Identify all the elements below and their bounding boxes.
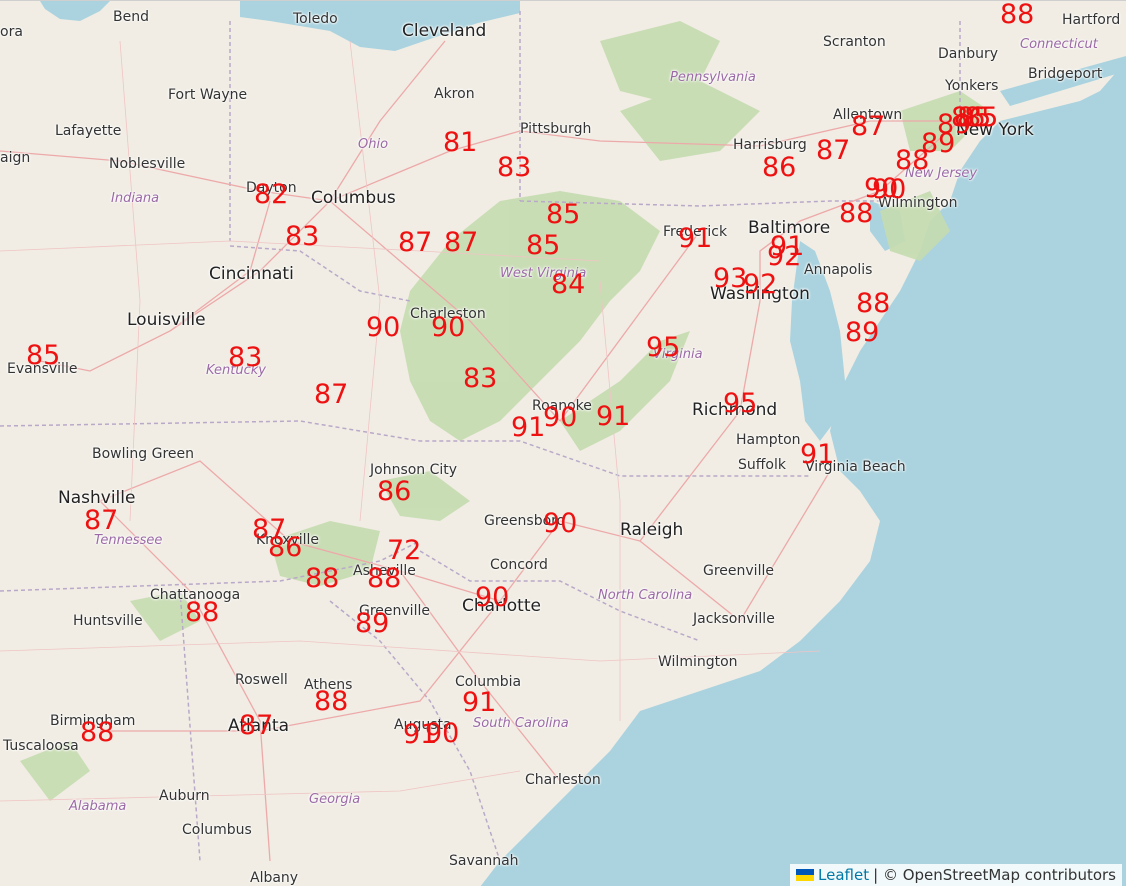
temperature-marker[interactable]: 88 <box>314 688 348 715</box>
temperature-marker[interactable]: 87 <box>239 712 273 739</box>
temperature-marker[interactable]: 88 <box>185 599 219 626</box>
temperature-marker[interactable]: 72 <box>387 537 421 564</box>
temperature-marker[interactable]: 88 <box>367 565 401 592</box>
temperature-marker[interactable]: 92 <box>767 243 801 270</box>
temperature-marker[interactable]: 91 <box>596 403 630 430</box>
temperature-marker[interactable]: 86 <box>268 534 302 561</box>
place-label-pennsylvania: Pennsylvania <box>670 70 756 85</box>
place-label-fort-wayne: Fort Wayne <box>168 87 248 103</box>
map-attribution: Leaflet | © OpenStreetMap contributors <box>790 864 1122 886</box>
place-label-wilmington: Wilmington <box>658 654 738 670</box>
place-label-lafayette: Lafayette <box>55 123 122 139</box>
temperature-marker[interactable]: 88 <box>80 719 114 746</box>
temperature-marker[interactable]: 91 <box>678 225 712 252</box>
place-label-greenville: Greenville <box>703 563 774 579</box>
temperature-marker[interactable]: 92 <box>743 271 777 298</box>
place-label-roswell: Roswell <box>235 672 288 688</box>
place-label-danbury: Danbury <box>938 46 999 62</box>
temperature-marker[interactable]: 82 <box>254 181 288 208</box>
temperature-marker[interactable]: 85 <box>526 232 560 259</box>
temperature-marker[interactable]: 91 <box>462 689 496 716</box>
temperature-marker[interactable]: 83 <box>497 154 531 181</box>
place-label-huntsville: Huntsville <box>73 613 143 629</box>
temperature-marker[interactable]: 86 <box>762 154 796 181</box>
place-label-bowling-green: Bowling Green <box>92 446 195 462</box>
leaflet-link[interactable]: Leaflet <box>818 866 869 884</box>
place-label-concord: Concord <box>490 557 548 573</box>
temperature-marker[interactable]: 87 <box>398 229 432 256</box>
place-label-raleigh: Raleigh <box>620 520 684 540</box>
temperature-marker[interactable]: 90 <box>425 720 459 747</box>
temperature-marker[interactable]: 95 <box>646 334 680 361</box>
temperature-marker[interactable]: 87 <box>84 507 118 534</box>
place-label-harrisburg: Harrisburg <box>733 137 807 153</box>
temperature-marker[interactable]: 90 <box>366 314 400 341</box>
temperature-marker[interactable]: 88 <box>1000 1 1034 28</box>
place-label-cleveland: Cleveland <box>402 21 487 41</box>
place-label-auburn: Auburn <box>159 788 210 804</box>
place-label-hartford: Hartford <box>1062 12 1121 28</box>
temperature-marker[interactable]: 90 <box>475 584 509 611</box>
place-label-toledo: Toledo <box>293 11 338 27</box>
place-label-akron: Akron <box>434 86 475 102</box>
place-label-johnson-city: Johnson City <box>370 462 458 478</box>
place-label-connecticut: Connecticut <box>1020 37 1098 52</box>
place-label-alabama: Alabama <box>69 799 127 814</box>
temperature-marker[interactable]: 83 <box>463 365 497 392</box>
temperature-marker[interactable]: 86 <box>377 478 411 505</box>
temperature-marker[interactable]: 85 <box>26 342 60 369</box>
temperature-marker[interactable]: 88 <box>305 565 339 592</box>
place-label-tuscaloosa: Tuscaloosa <box>3 738 79 754</box>
place-label-ohio: Ohio <box>358 137 389 152</box>
temperature-marker[interactable]: 83 <box>285 223 319 250</box>
temperature-marker[interactable]: 87 <box>816 137 850 164</box>
place-label-cincinnati: Cincinnati <box>209 264 294 284</box>
temperature-marker[interactable]: 88 <box>856 290 890 317</box>
temperature-marker[interactable]: 90 <box>872 176 906 203</box>
temperature-marker[interactable]: 89 <box>355 610 389 637</box>
temperature-marker[interactable]: 90 <box>431 314 465 341</box>
place-label-suffolk: Suffolk <box>738 457 786 473</box>
temperature-marker[interactable]: 91 <box>800 441 834 468</box>
place-label-ora: ora <box>0 24 23 40</box>
temperature-marker[interactable]: 81 <box>443 129 477 156</box>
place-label-louisville: Louisville <box>127 310 206 330</box>
place-label-pittsburgh: Pittsburgh <box>520 121 592 137</box>
temperature-marker[interactable]: 83 <box>228 344 262 371</box>
place-label-scranton: Scranton <box>823 34 886 50</box>
place-label-columbus: Columbus <box>311 188 396 208</box>
place-label-aign: aign <box>0 150 31 166</box>
place-label-bridgeport: Bridgeport <box>1028 66 1103 82</box>
temperature-marker[interactable]: 84 <box>551 271 585 298</box>
place-label-charleston: Charleston <box>525 772 601 788</box>
place-label-bend: Bend <box>113 9 149 25</box>
temperature-marker[interactable]: 90 <box>543 404 577 431</box>
place-label-hampton: Hampton <box>736 432 801 448</box>
place-label-north-carolina: North Carolina <box>598 588 693 603</box>
place-label-georgia: Georgia <box>309 792 361 807</box>
temperature-marker[interactable]: 89 <box>845 319 879 346</box>
place-label-jacksonville: Jacksonville <box>693 611 775 627</box>
temperature-marker[interactable]: 87 <box>851 113 885 140</box>
map-container[interactable]: Bend Toledo Cleveland Scranton Hartford Danbu… <box>0 0 1126 886</box>
place-label-yonkers: Yonkers <box>945 78 999 94</box>
place-label-noblesville: Noblesville <box>109 156 186 172</box>
place-label-columbus: Columbus <box>182 822 252 838</box>
place-label-albany: Albany <box>250 870 299 886</box>
place-label-indiana: Indiana <box>111 191 160 206</box>
place-label-savannah: Savannah <box>449 853 519 869</box>
temperature-marker[interactable]: 87 <box>444 229 478 256</box>
temperature-marker[interactable]: 95 <box>723 390 757 417</box>
osm-attribution-text: | © OpenStreetMap contributors <box>873 866 1116 884</box>
place-label-south-carolina: South Carolina <box>473 716 569 731</box>
temperature-marker[interactable]: 85 <box>964 104 998 131</box>
temperature-marker[interactable]: 91 <box>511 414 545 441</box>
temperature-marker[interactable]: 85 <box>546 201 580 228</box>
temperature-marker[interactable]: 87 <box>314 381 348 408</box>
temperature-marker[interactable]: 90 <box>543 510 577 537</box>
place-label-annapolis: Annapolis <box>804 262 873 278</box>
ukraine-flag-icon <box>796 869 815 881</box>
temperature-marker[interactable]: 88 <box>839 200 873 227</box>
